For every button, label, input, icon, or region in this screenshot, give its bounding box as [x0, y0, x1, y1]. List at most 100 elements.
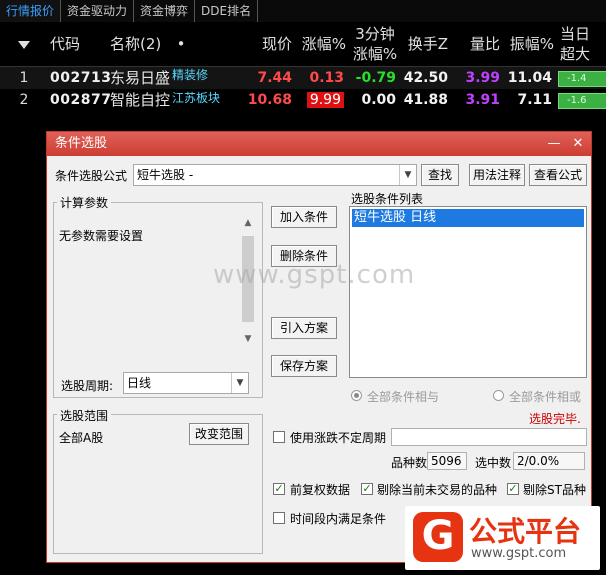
condition-list-title: 选股条件列表 [351, 192, 424, 206]
view-formula-button[interactable]: 查看公式 [529, 164, 587, 186]
add-condition-button[interactable]: 加入条件 [271, 206, 337, 228]
minimize-icon[interactable]: — [543, 132, 565, 156]
stock-change: 0.13 [309, 70, 344, 86]
st-checkbox[interactable]: ✓ [507, 483, 519, 495]
dialog-titlebar[interactable]: 条件选股 — ✕ [47, 132, 591, 156]
status-text: 选股完毕. [529, 410, 581, 427]
formula-label: 条件选股公式 [55, 169, 128, 183]
params-text: 无参数需要设置 [59, 229, 144, 243]
scroll-down-icon[interactable]: ▼ [241, 334, 255, 344]
header-day-line2: 超大 [560, 45, 591, 63]
radio-or-label: 全部条件相或 [509, 390, 582, 404]
top-tab-bar: 行情报价 资金驱动力 资金博弈 DDE排名 [0, 0, 606, 23]
sort-dropdown-icon[interactable] [16, 22, 32, 66]
stock-code: 002713 [50, 70, 112, 86]
stock-day-bar: -1.6 [558, 93, 606, 109]
tab-quotes[interactable]: 行情报价 [0, 0, 62, 22]
stock-volume-ratio: 3.91 [465, 92, 500, 108]
formula-select[interactable]: 短牛选股 - ▼ [133, 164, 417, 186]
change-scope-button[interactable]: 改变范围 [189, 423, 249, 445]
header-dot: • [176, 35, 186, 53]
use-period-label: 使用涨跌不定周期 [290, 431, 387, 445]
selected-value: 2/0.0% [513, 452, 585, 470]
close-icon[interactable]: ✕ [567, 132, 589, 156]
stock-3min-change: 0.00 [361, 92, 396, 108]
table-row[interactable]: 2 002877 智能自控 江苏板块 10.68 9.99 0.00 41.88… [0, 89, 606, 111]
dialog-title: 条件选股 [55, 136, 108, 151]
period-value: 日线 [127, 376, 152, 390]
header-volume-ratio[interactable]: 量比 [456, 22, 500, 66]
condition-select-dialog: 条件选股 — ✕ 条件选股公式 短牛选股 - ▼ 查找 用法注释 查看公式 计算… [46, 131, 592, 563]
stock-price: 10.68 [247, 92, 292, 108]
tab-fund-drive[interactable]: 资金驱动力 [61, 0, 135, 22]
logo-g-icon: G [413, 512, 463, 562]
tab-fund-game[interactable]: 资金博弈 [134, 0, 196, 22]
chevron-down-icon[interactable]: ▼ [399, 165, 416, 185]
radio-and[interactable] [351, 390, 362, 401]
time-range-checkbox[interactable] [273, 512, 285, 524]
stock-code: 002877 [50, 92, 112, 108]
stock-change: 9.99 [296, 89, 344, 111]
status-value: 选股完毕. [529, 412, 581, 426]
count-value: 5096 [427, 452, 467, 470]
logo-text: 公式平台 [469, 515, 582, 548]
adjust-label: 前复权数据 [290, 483, 351, 497]
table-row[interactable]: 1 002713 东易日盛 精装修 7.44 0.13 -0.79 42.50 … [0, 67, 606, 89]
radio-and-label: 全部条件相与 [367, 390, 440, 404]
radio-or[interactable] [493, 390, 504, 401]
header-day-line1: 当日 [560, 25, 591, 43]
stock-name: 东易日盛 [110, 69, 171, 87]
stock-tag: 江苏板块 [172, 91, 221, 105]
header-amplitude[interactable]: 振幅% [504, 22, 554, 66]
stock-turnover: 42.50 [403, 70, 448, 86]
formula-value: 短牛选股 - [137, 168, 194, 182]
stock-turnover: 41.88 [403, 92, 448, 108]
adjust-checkbox[interactable]: ✓ [273, 483, 285, 495]
scroll-up-icon[interactable]: ▲ [241, 218, 255, 228]
header-code[interactable]: 代码 [50, 22, 92, 66]
params-title: 计算参数 [57, 194, 112, 211]
header-3min-change[interactable]: 3分钟 涨幅% [350, 22, 400, 68]
limit-up-badge: 9.99 [306, 92, 344, 108]
condition-list[interactable]: 短牛选股 日线 [349, 206, 587, 378]
st-label: 剔除ST品种 [523, 483, 586, 497]
stock-tag: 精装修 [172, 68, 209, 82]
scope-title: 选股范围 [57, 407, 112, 424]
stock-volume-ratio: 3.99 [465, 70, 500, 86]
stock-name: 智能自控 [110, 91, 171, 109]
stock-amplitude: 11.04 [507, 70, 552, 86]
find-button[interactable]: 查找 [421, 164, 459, 186]
header-name[interactable]: 名称(2) [110, 22, 172, 66]
header-3min-line1: 3分钟 [355, 25, 395, 43]
stock-3min-change: -0.79 [355, 70, 396, 86]
logo-url: www.gspt.com [471, 546, 567, 561]
stock-price: 7.44 [257, 70, 292, 86]
period-input[interactable] [391, 428, 587, 446]
untraded-label: 剔除当前未交易的品种 [377, 483, 498, 497]
use-period-checkbox[interactable] [273, 431, 285, 443]
header-turnover[interactable]: 换手Z [400, 22, 448, 66]
header-change-pct[interactable]: 涨幅% [296, 22, 346, 66]
stock-day-bar: -1.4 [558, 71, 606, 87]
site-logo: G 公式平台 www.gspt.com [405, 506, 600, 570]
header-day-super[interactable]: 当日 超大 [560, 22, 604, 68]
condition-item[interactable]: 短牛选股 日线 [352, 209, 584, 227]
tab-dde-rank[interactable]: DDE排名 [195, 0, 259, 22]
import-scheme-button[interactable]: 引入方案 [271, 317, 337, 339]
time-range-label: 时间段内满足条件 [290, 512, 387, 526]
usage-note-button[interactable]: 用法注释 [469, 164, 525, 186]
watermark-text: www.gspt.com [213, 260, 416, 290]
save-scheme-button[interactable]: 保存方案 [271, 355, 337, 377]
row-index: 1 [19, 70, 29, 86]
header-price[interactable]: 现价 [244, 22, 292, 66]
untraded-checkbox[interactable]: ✓ [361, 483, 373, 495]
stock-amplitude: 7.11 [517, 92, 552, 108]
quote-table-header: 代码 名称(2) • 现价 涨幅% 3分钟 涨幅% 换手Z 量比 振幅% 当日 … [0, 22, 606, 67]
period-select[interactable]: 日线 ▼ [123, 372, 249, 394]
row-index: 2 [19, 92, 29, 108]
selected-label: 选中数 [475, 456, 512, 470]
chevron-down-icon[interactable]: ▼ [231, 373, 248, 393]
scope-value: 全部A股 [59, 431, 104, 445]
header-3min-line2: 涨幅% [352, 45, 398, 63]
count-label: 品种数 [391, 456, 428, 470]
